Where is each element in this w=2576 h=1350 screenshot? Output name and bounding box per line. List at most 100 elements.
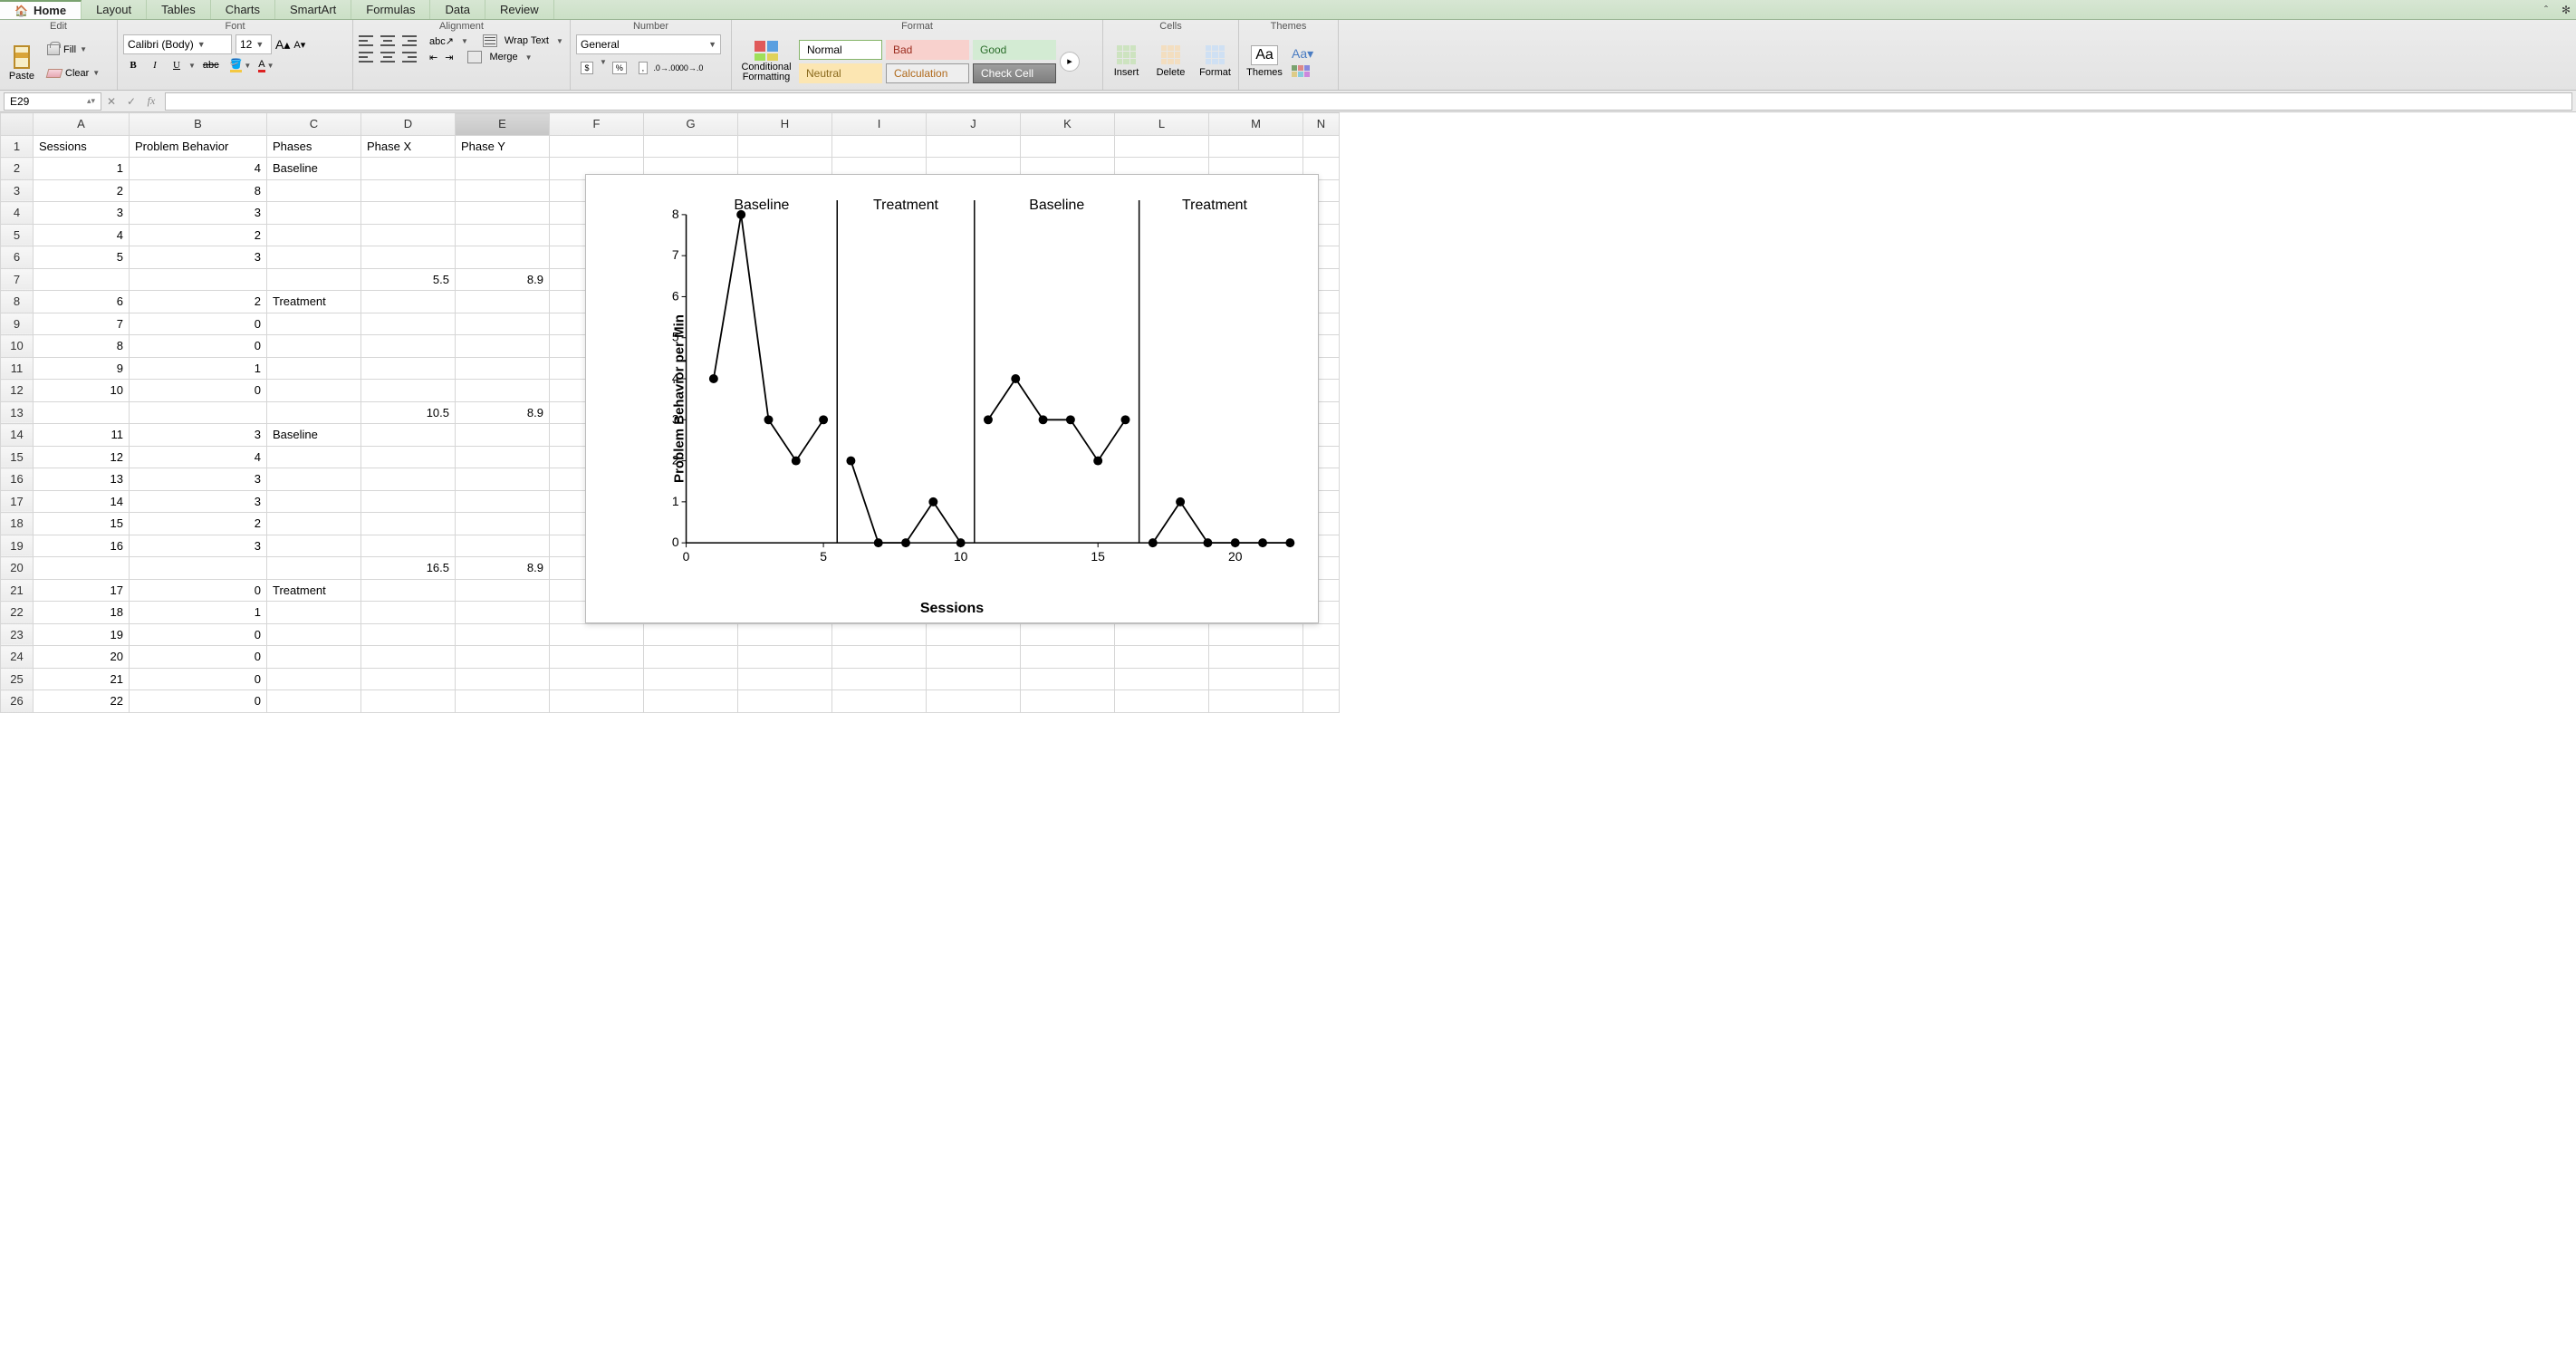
- cell[interactable]: 4: [34, 224, 130, 246]
- cell[interactable]: [1209, 690, 1303, 713]
- cell[interactable]: [267, 380, 361, 402]
- cell[interactable]: [738, 135, 832, 158]
- cell[interactable]: [456, 668, 550, 690]
- tab-formulas[interactable]: Formulas: [351, 0, 430, 19]
- font-color-menu[interactable]: ▼: [267, 62, 274, 70]
- cell[interactable]: [1209, 646, 1303, 669]
- cell[interactable]: [361, 468, 456, 491]
- underline-button[interactable]: U: [167, 60, 187, 71]
- clear-button[interactable]: Clear▼: [42, 63, 105, 83]
- cell[interactable]: [927, 623, 1021, 646]
- cell[interactable]: 17: [34, 579, 130, 602]
- cell[interactable]: [456, 623, 550, 646]
- cell[interactable]: [1115, 690, 1209, 713]
- style-bad[interactable]: Bad: [886, 40, 969, 60]
- cell[interactable]: 19: [34, 623, 130, 646]
- col-header-J[interactable]: J: [927, 113, 1021, 136]
- cell[interactable]: [267, 535, 361, 557]
- cell[interactable]: Problem Behavior: [130, 135, 267, 158]
- increase-decimal-button[interactable]: .0→.00: [656, 58, 678, 78]
- col-header-K[interactable]: K: [1021, 113, 1115, 136]
- row-header[interactable]: 15: [1, 446, 34, 468]
- row-header[interactable]: 19: [1, 535, 34, 557]
- cell[interactable]: [1209, 668, 1303, 690]
- cell[interactable]: [34, 401, 130, 424]
- cell[interactable]: Treatment: [267, 291, 361, 313]
- cell[interactable]: 20: [34, 646, 130, 669]
- cell[interactable]: [738, 646, 832, 669]
- cell[interactable]: [267, 623, 361, 646]
- cell[interactable]: [361, 224, 456, 246]
- cell[interactable]: [1115, 668, 1209, 690]
- cell[interactable]: 10.5: [361, 401, 456, 424]
- cell[interactable]: 21: [34, 668, 130, 690]
- cell[interactable]: 1: [34, 158, 130, 180]
- cell[interactable]: [927, 690, 1021, 713]
- cell[interactable]: [267, 446, 361, 468]
- accept-formula-icon[interactable]: ✓: [121, 95, 141, 108]
- cell[interactable]: [361, 179, 456, 202]
- cell[interactable]: [644, 135, 738, 158]
- cell[interactable]: [1115, 646, 1209, 669]
- cell[interactable]: [644, 646, 738, 669]
- cell[interactable]: [267, 557, 361, 580]
- cell[interactable]: [130, 401, 267, 424]
- cell[interactable]: [456, 202, 550, 225]
- cell[interactable]: [1021, 135, 1115, 158]
- cell[interactable]: 13: [34, 468, 130, 491]
- cell[interactable]: 8: [34, 335, 130, 358]
- cell[interactable]: [361, 623, 456, 646]
- cell[interactable]: 9: [34, 357, 130, 380]
- cell[interactable]: 5.5: [361, 268, 456, 291]
- cell[interactable]: 0: [130, 646, 267, 669]
- cell[interactable]: [927, 668, 1021, 690]
- cell[interactable]: [130, 268, 267, 291]
- cell[interactable]: [361, 291, 456, 313]
- fill-color-menu[interactable]: ▼: [244, 62, 251, 70]
- cell[interactable]: 4: [130, 158, 267, 180]
- cell[interactable]: [267, 179, 361, 202]
- cell[interactable]: 1: [130, 602, 267, 624]
- style-neutral[interactable]: Neutral: [799, 63, 882, 83]
- cell[interactable]: [456, 179, 550, 202]
- cell[interactable]: 0: [130, 690, 267, 713]
- align-middle-button[interactable]: [380, 35, 395, 46]
- row-header[interactable]: 4: [1, 202, 34, 225]
- accounting-menu[interactable]: ▼: [600, 58, 607, 78]
- row-header[interactable]: 5: [1, 224, 34, 246]
- cell[interactable]: Phase X: [361, 135, 456, 158]
- row-header[interactable]: 26: [1, 690, 34, 713]
- cell[interactable]: 2: [130, 224, 267, 246]
- cell[interactable]: 3: [130, 202, 267, 225]
- align-right-button[interactable]: [402, 52, 417, 63]
- row-header[interactable]: 24: [1, 646, 34, 669]
- cell[interactable]: [644, 690, 738, 713]
- cell[interactable]: 2: [130, 513, 267, 535]
- cell[interactable]: [456, 313, 550, 335]
- cell[interactable]: [267, 602, 361, 624]
- row-header[interactable]: 21: [1, 579, 34, 602]
- cell[interactable]: [738, 623, 832, 646]
- cell[interactable]: 22: [34, 690, 130, 713]
- name-box[interactable]: E29▴▾: [4, 92, 101, 111]
- cell[interactable]: [644, 668, 738, 690]
- row-header[interactable]: 12: [1, 380, 34, 402]
- col-header-E[interactable]: E: [456, 113, 550, 136]
- cell[interactable]: [1115, 623, 1209, 646]
- cell[interactable]: [361, 579, 456, 602]
- cell[interactable]: [456, 579, 550, 602]
- cell[interactable]: [1209, 623, 1303, 646]
- tab-data[interactable]: Data: [430, 0, 485, 19]
- comma-format-button[interactable]: ,: [632, 58, 654, 78]
- underline-menu[interactable]: ▼: [188, 62, 196, 70]
- cell[interactable]: 3: [130, 490, 267, 513]
- cell[interactable]: [267, 202, 361, 225]
- theme-colors-button[interactable]: [1292, 65, 1313, 77]
- cell[interactable]: [267, 668, 361, 690]
- row-header[interactable]: 8: [1, 291, 34, 313]
- cell[interactable]: [361, 357, 456, 380]
- cell[interactable]: [738, 690, 832, 713]
- fill-color-button[interactable]: 🪣: [230, 58, 243, 72]
- italic-button[interactable]: I: [145, 60, 165, 71]
- cell[interactable]: 0: [130, 579, 267, 602]
